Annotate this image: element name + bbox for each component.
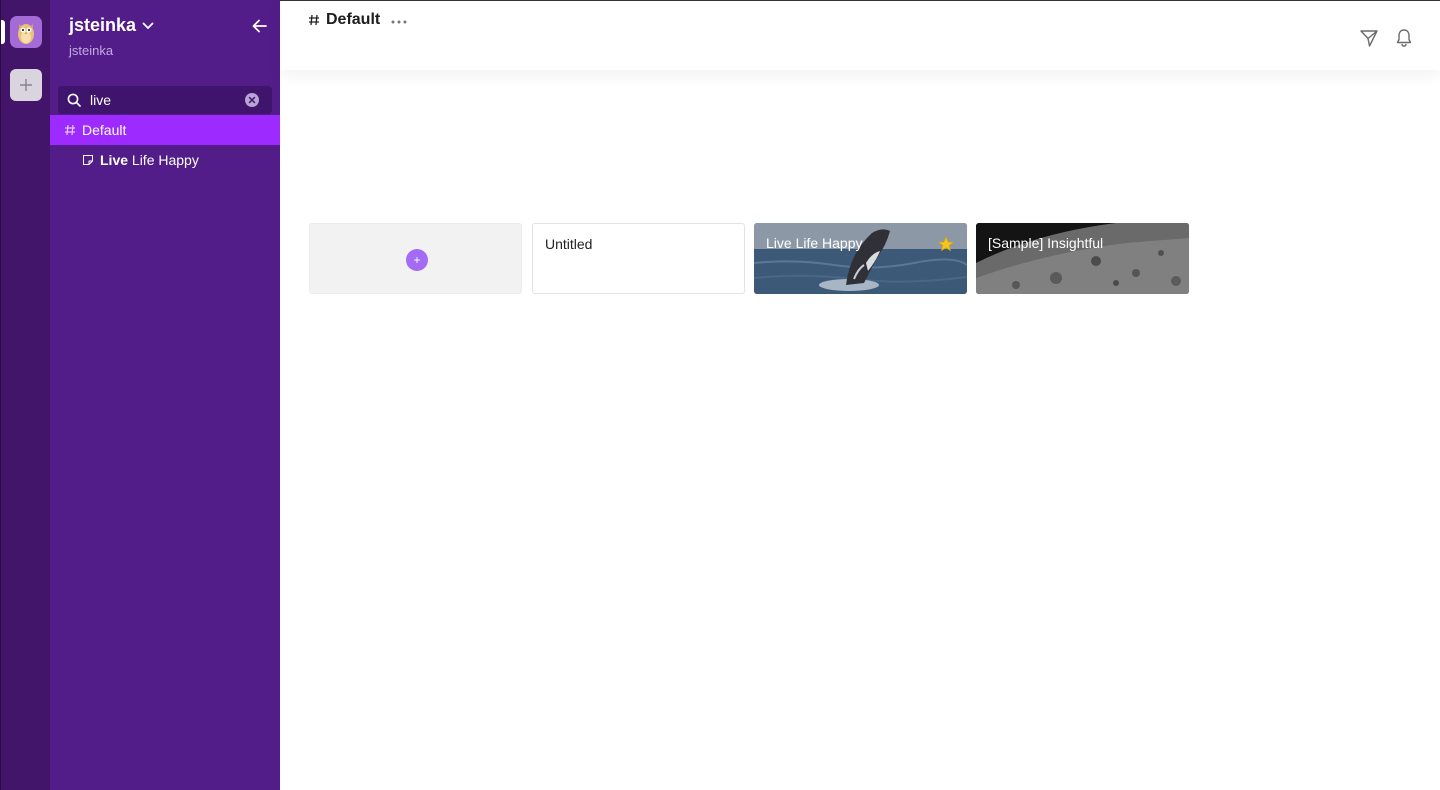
share-button[interactable] — [1359, 28, 1379, 48]
search-input[interactable] — [90, 90, 240, 110]
workspace-rail — [0, 0, 50, 790]
close-icon — [248, 96, 256, 104]
sidebar-item-default[interactable]: Default — [50, 115, 280, 145]
search-box — [58, 86, 272, 114]
hash-icon — [65, 124, 75, 136]
workspace-switcher[interactable]: jsteinka — [69, 15, 154, 36]
page-label-rest: Life Happy — [128, 152, 199, 168]
sidebar-page-label: Live Life Happy — [100, 152, 199, 168]
sidebar-item-label: Default — [82, 122, 127, 138]
page-title: Default — [326, 11, 381, 28]
add-workspace-button[interactable] — [10, 69, 42, 101]
workspace-subtitle: jsteinka — [69, 43, 114, 58]
search-icon — [67, 93, 81, 107]
sidebar-item-live-life-happy[interactable]: Live Life Happy — [50, 145, 280, 175]
collapse-sidebar-button[interactable] — [250, 16, 270, 36]
star-icon[interactable] — [938, 236, 954, 252]
search-match-highlight: Live — [100, 152, 129, 168]
channel-title: Default — [308, 11, 380, 29]
whale-cover-image — [754, 223, 967, 294]
more-horizontal-icon — [391, 20, 407, 24]
send-icon — [1360, 30, 1378, 47]
page-card-live-life-happy[interactable]: Live Life Happy — [754, 223, 967, 294]
workspace-avatar[interactable] — [10, 16, 42, 48]
notifications-button[interactable] — [1395, 28, 1413, 48]
page-card-untitled[interactable]: Untitled — [532, 223, 745, 294]
more-options-button[interactable] — [390, 13, 410, 29]
card-title: Untitled — [545, 236, 593, 252]
chevron-down-icon — [142, 22, 154, 29]
card-title: [Sample] Insightful — [988, 235, 1104, 251]
new-page-card[interactable]: + — [309, 223, 522, 294]
plus-icon — [20, 79, 32, 91]
top-bar: Default — [280, 0, 1440, 70]
arrow-left-icon — [252, 19, 267, 33]
sidebar: jsteinka jsteinka Default Live Li — [50, 0, 280, 790]
bell-icon — [1396, 29, 1412, 47]
page-card-sample-insightful[interactable]: [Sample] Insightful — [976, 223, 1189, 294]
workspace-name: jsteinka — [69, 15, 137, 35]
page-icon — [83, 155, 93, 165]
active-workspace-indicator — [1, 20, 5, 44]
owl-icon — [18, 24, 34, 44]
moon-cover-image — [976, 223, 1189, 294]
card-title: Live Life Happy — [766, 235, 863, 251]
clear-search-button[interactable] — [245, 93, 259, 107]
hash-icon — [309, 14, 319, 26]
add-page-icon: + — [406, 249, 428, 271]
main-content: Default + Untitled Live Life Happy [Samp… — [280, 0, 1440, 790]
